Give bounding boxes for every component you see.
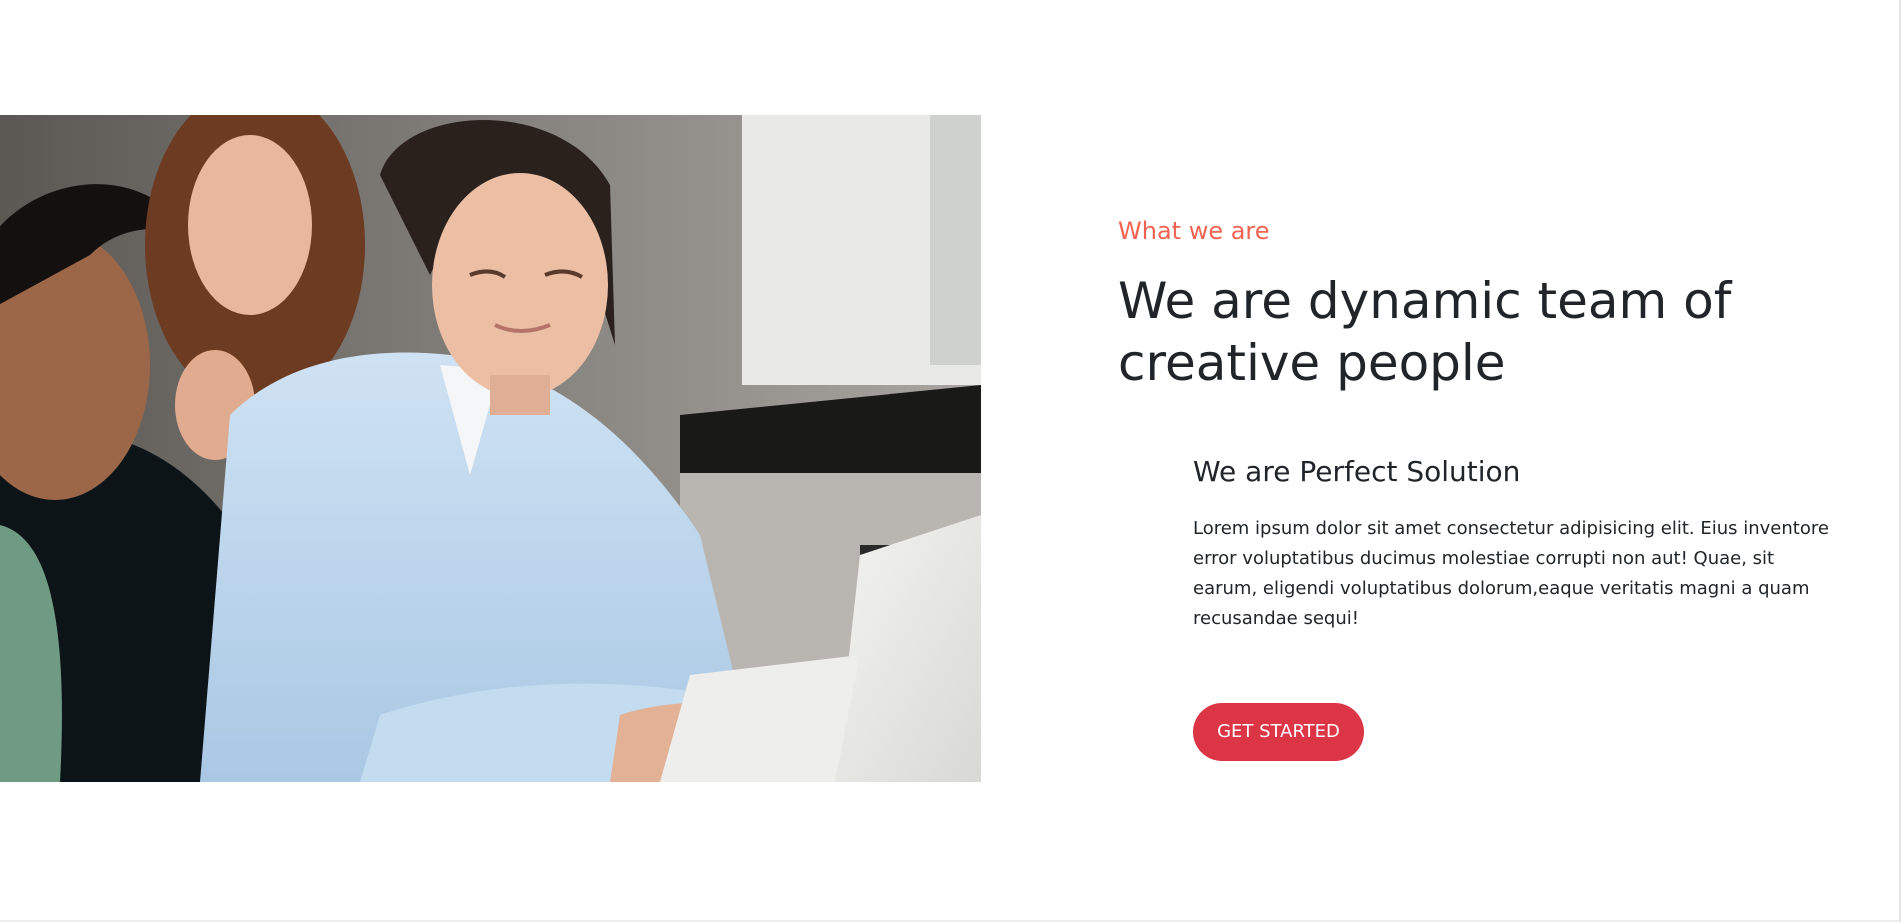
- section-body-text: Lorem ipsum dolor sit amet consectetur a…: [1193, 518, 1829, 629]
- team-photo: [0, 115, 981, 782]
- get-started-button[interactable]: GET STARTED: [1193, 703, 1364, 761]
- section-subheading: We are Perfect Solution: [1193, 455, 1521, 488]
- section-headline: We are dynamic team of creative people: [1118, 272, 1732, 392]
- section-eyebrow: What we are: [1118, 217, 1270, 245]
- page: What we are We are dynamic team of creat…: [0, 0, 1901, 922]
